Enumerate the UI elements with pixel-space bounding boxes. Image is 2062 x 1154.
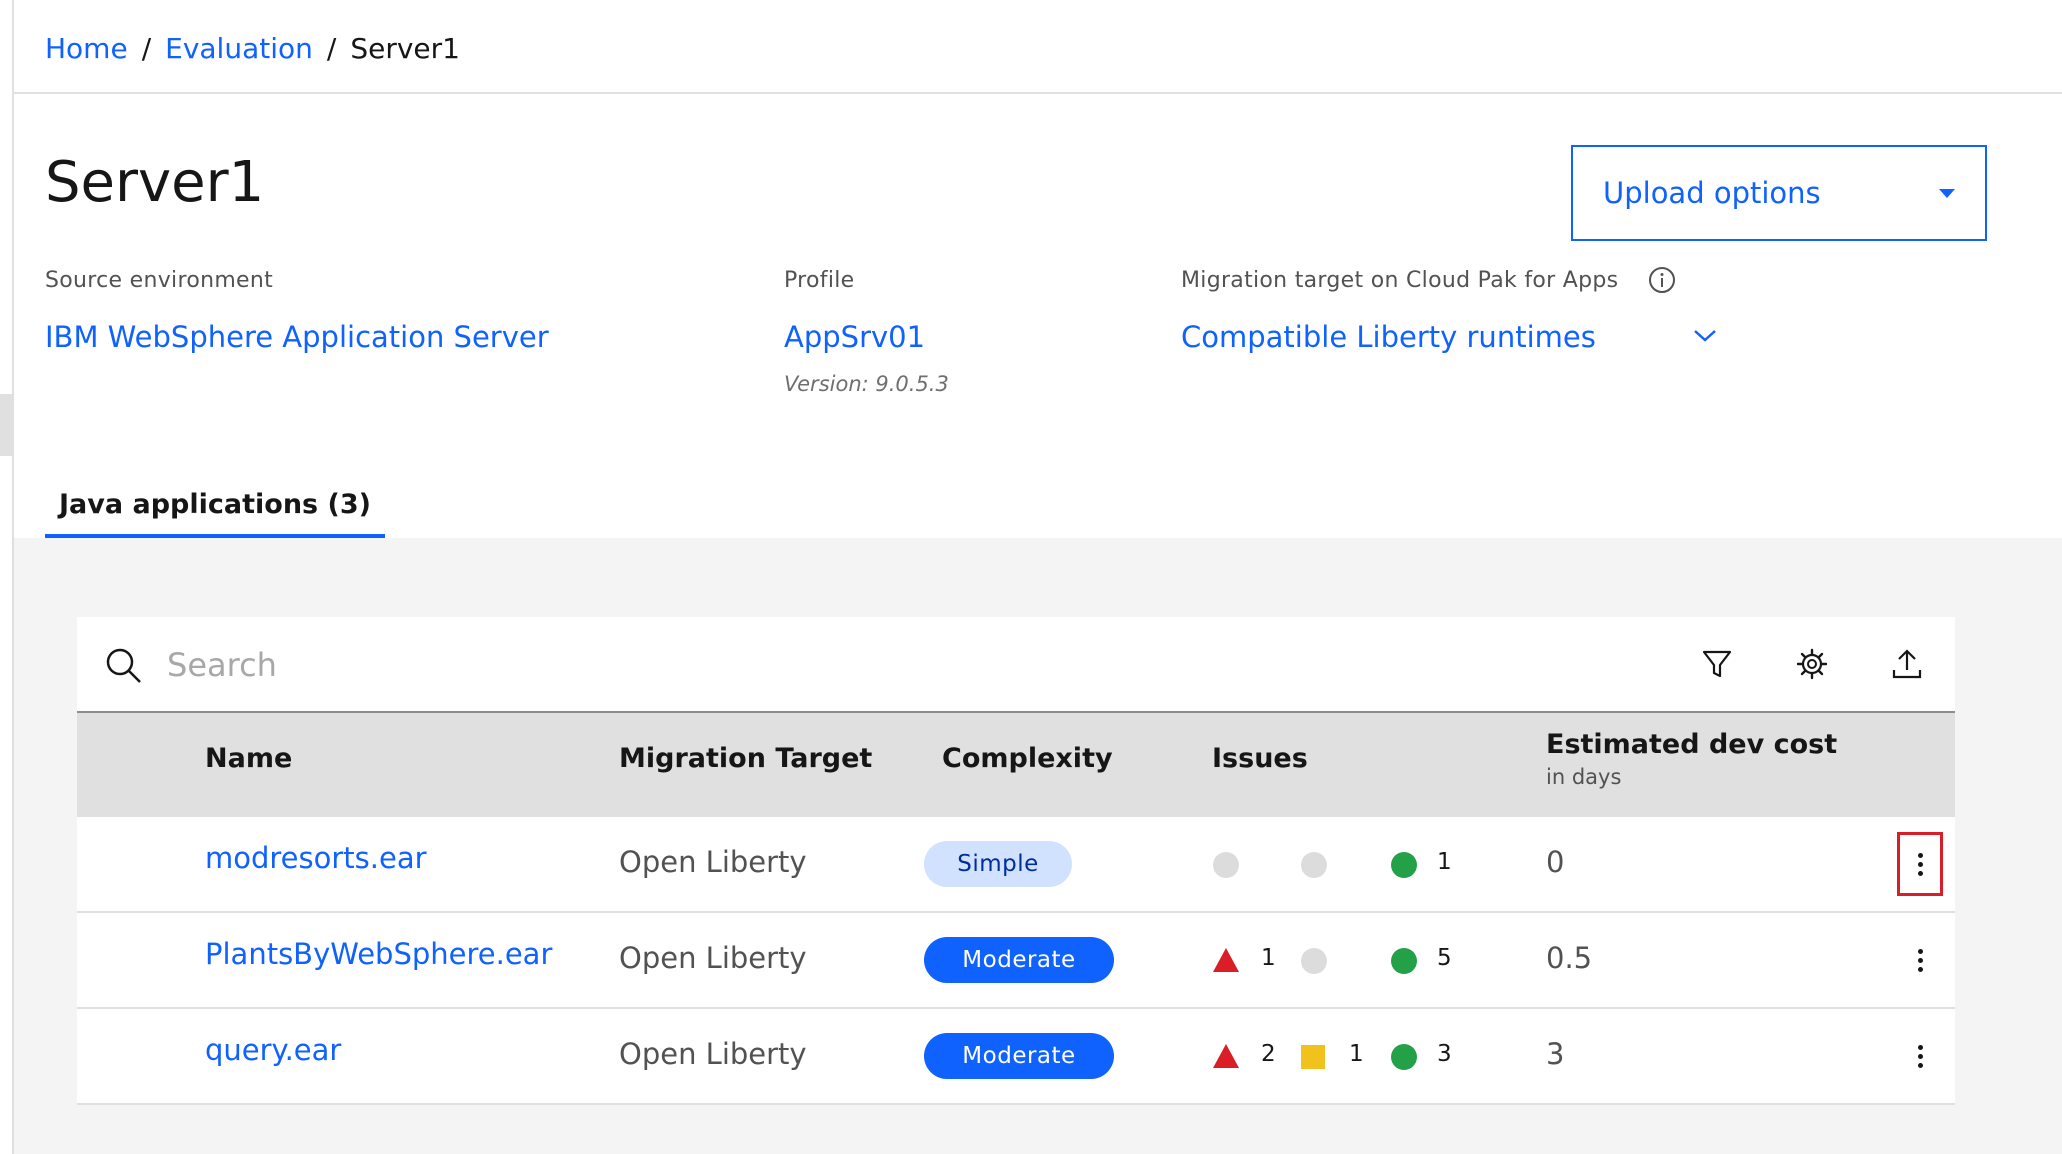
- column-header-estimated-dev-cost[interactable]: Estimated dev cost: [1546, 729, 1837, 760]
- critical-issue-icon: [1213, 948, 1239, 972]
- source-environment-link[interactable]: IBM WebSphere Application Server: [45, 320, 549, 354]
- critical-issue-count: 2: [1261, 1041, 1276, 1067]
- applications-table: Name Migration Target Complexity Issues …: [77, 617, 1955, 1105]
- info-issue-count: 5: [1437, 945, 1452, 971]
- overflow-menu-button[interactable]: [1897, 832, 1943, 896]
- overflow-dot: [1917, 957, 1923, 963]
- upload-options-dropdown[interactable]: Upload options: [1571, 145, 1987, 241]
- application-name-link[interactable]: PlantsByWebSphere.ear: [205, 937, 552, 971]
- overflow-dot: [1917, 1062, 1923, 1068]
- breadcrumb: Home / Evaluation / Server1: [45, 28, 460, 68]
- info-issue-count: 3: [1437, 1041, 1452, 1067]
- overflow-dot: [1917, 966, 1923, 972]
- info-issue-icon: [1391, 1044, 1417, 1070]
- dev-cost-cell: 0.5: [1546, 941, 1593, 975]
- overflow-dot: [1917, 852, 1923, 858]
- info-issue-icon: [1391, 948, 1417, 974]
- application-name-link[interactable]: modresorts.ear: [205, 841, 427, 875]
- info-icon[interactable]: [1648, 266, 1676, 294]
- info-issue-count: 1: [1437, 849, 1452, 875]
- complexity-tag: Simple: [924, 841, 1072, 887]
- source-environment-label: Source environment: [45, 268, 274, 293]
- table-header: Name Migration Target Complexity Issues …: [77, 713, 1955, 817]
- migration-target-label: Migration target on Cloud Pak for Apps: [1181, 268, 1619, 293]
- column-header-issues[interactable]: Issues: [1212, 743, 1308, 774]
- profile-link[interactable]: AppSrv01: [784, 320, 925, 354]
- dev-cost-cell: 0: [1546, 845, 1565, 879]
- upload-options-label: Upload options: [1603, 176, 1821, 210]
- warning-issue-empty-icon: [1301, 852, 1327, 878]
- overflow-dot: [1917, 1053, 1923, 1059]
- critical-issue-empty-icon: [1213, 852, 1239, 878]
- warning-issue-icon: [1301, 1045, 1325, 1069]
- migration-target-cell: Open Liberty: [619, 941, 807, 975]
- migration-target-cell: Open Liberty: [619, 845, 807, 879]
- overflow-dot: [1917, 870, 1923, 876]
- info-issue-icon: [1391, 852, 1417, 878]
- column-header-complexity[interactable]: Complexity: [942, 743, 1113, 774]
- column-header-migration-target[interactable]: Migration Target: [619, 743, 872, 774]
- application-name-link[interactable]: query.ear: [205, 1033, 341, 1067]
- search-input[interactable]: [167, 635, 1667, 695]
- header-divider: [14, 92, 2062, 94]
- breadcrumb-current: Server1: [350, 31, 460, 65]
- left-rail: [0, 0, 14, 1154]
- overflow-menu-button[interactable]: [1897, 928, 1943, 992]
- left-rail-notch: [0, 394, 14, 456]
- table-toolbar: [77, 617, 1955, 713]
- complexity-tag: Moderate: [924, 937, 1114, 983]
- critical-issue-count: 1: [1261, 945, 1276, 971]
- table-row[interactable]: modresorts.ear Open Liberty Simple 1 0: [77, 817, 1955, 913]
- overflow-menu-button[interactable]: [1897, 1024, 1943, 1088]
- overflow-dot: [1917, 1044, 1923, 1050]
- page-title: Server1: [45, 150, 265, 215]
- settings-icon[interactable]: [1795, 647, 1829, 681]
- migration-target-link[interactable]: Compatible Liberty runtimes: [1181, 320, 1596, 354]
- breadcrumb-home-link[interactable]: Home: [45, 32, 128, 65]
- tab-java-applications[interactable]: Java applications (3): [45, 474, 385, 538]
- export-icon[interactable]: [1890, 647, 1924, 681]
- dev-cost-cell: 3: [1546, 1037, 1565, 1071]
- caret-down-icon: [1939, 188, 1955, 198]
- table-row[interactable]: query.ear Open Liberty Moderate 2 1 3 3: [77, 1009, 1955, 1105]
- warning-issue-count: 1: [1349, 1041, 1364, 1067]
- breadcrumb-evaluation-link[interactable]: Evaluation: [165, 32, 313, 65]
- tab-label: Java applications (3): [59, 488, 371, 520]
- overflow-dot: [1917, 861, 1923, 867]
- warning-issue-empty-icon: [1301, 948, 1327, 974]
- column-header-cost-unit: in days: [1546, 765, 1622, 789]
- chevron-down-icon[interactable]: [1692, 325, 1718, 345]
- migration-target-cell: Open Liberty: [619, 1037, 807, 1071]
- filter-icon[interactable]: [1700, 647, 1734, 681]
- column-header-name[interactable]: Name: [205, 743, 292, 774]
- critical-issue-icon: [1213, 1044, 1239, 1068]
- table-row[interactable]: PlantsByWebSphere.ear Open Liberty Moder…: [77, 913, 1955, 1009]
- profile-version: Version: 9.0.5.3: [784, 372, 949, 396]
- breadcrumb-separator: /: [141, 31, 152, 65]
- search-icon: [106, 648, 141, 683]
- overflow-dot: [1917, 948, 1923, 954]
- breadcrumb-separator: /: [326, 31, 337, 65]
- profile-label: Profile: [784, 268, 855, 293]
- complexity-tag: Moderate: [924, 1033, 1114, 1079]
